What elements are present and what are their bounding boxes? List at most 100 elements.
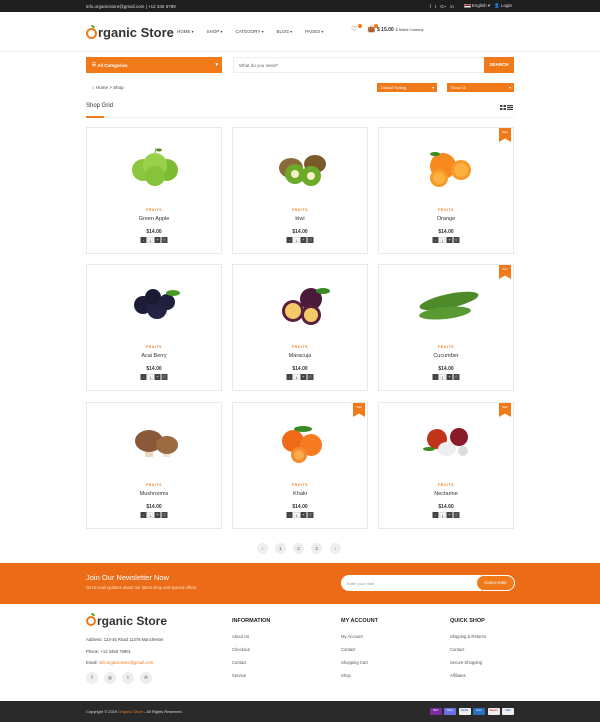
quantity-field[interactable]: 1 — [147, 512, 154, 518]
nav-shop[interactable]: SHOP — [207, 29, 223, 34]
nav-pages[interactable]: PAGES — [305, 29, 323, 34]
quantity-field[interactable]: 1 — [439, 512, 446, 518]
pagination-next[interactable]: › — [330, 543, 341, 554]
grid-view-icon[interactable] — [500, 105, 506, 110]
show-count-select[interactable]: Show 16 — [447, 83, 514, 92]
quantity-field[interactable]: 1 — [293, 374, 300, 380]
footer-link[interactable]: Secure Shopping — [450, 660, 486, 673]
footer-link[interactable]: Servius — [232, 673, 270, 686]
minus-button[interactable]: - — [286, 512, 293, 518]
all-categories-button[interactable]: ☰ All Categories ▾ — [86, 57, 222, 73]
subscribe-button[interactable]: SUBSCRIBE — [476, 575, 515, 591]
cart-total[interactable]: $ 15.00 $ Select Currency — [377, 27, 424, 33]
footer-link[interactable]: My Account — [341, 634, 378, 647]
product-card[interactable]: FRUITS Orange $14.00 -1 + 🛒 Sale — [378, 127, 514, 254]
footer-link[interactable]: Contact — [450, 647, 486, 660]
minus-button[interactable]: - — [140, 237, 147, 243]
add-to-cart-icon[interactable]: 🛒 — [453, 237, 460, 243]
list-view-icon[interactable] — [507, 105, 513, 110]
footer-link[interactable]: Contact — [232, 660, 270, 673]
product-name[interactable]: Khaki — [233, 491, 367, 497]
copyright-brand[interactable]: Organic Store — [118, 709, 143, 714]
product-card[interactable]: FRUITS Acai Berry $14.00 -1 + 🛒 — [86, 264, 222, 391]
product-card[interactable]: FRUITS Mushrooms $14.00 -1 + 🛒 — [86, 402, 222, 529]
minus-button[interactable]: - — [432, 512, 439, 518]
top-email[interactable]: info.organicstore@gmail.com — [86, 4, 144, 9]
product-image[interactable] — [409, 140, 485, 190]
minus-button[interactable]: - — [432, 374, 439, 380]
product-card[interactable]: FRUITS Green Apple $14.00 -1 + 🛒 — [86, 127, 222, 254]
add-to-cart-icon[interactable]: 🛒 — [307, 512, 314, 518]
wishlist-icon[interactable]: ♡ — [351, 24, 362, 34]
product-card[interactable]: FRUITS Maracuja $14.00 -1 + 🛒 — [232, 264, 368, 391]
currency-selector[interactable]: $ Select Currency — [396, 28, 424, 32]
pagination-prev[interactable]: ‹ — [257, 543, 268, 554]
sort-select[interactable]: Default Sorting — [377, 83, 437, 92]
nav-blog[interactable]: BLOG — [276, 29, 292, 34]
login-link[interactable]: 👤 Login — [494, 3, 512, 9]
twitter-icon[interactable]: t — [435, 4, 436, 9]
footer-link[interactable]: Shopping Cart — [341, 660, 378, 673]
pagination-page-2[interactable]: 2 — [293, 543, 304, 554]
footer-email-link[interactable]: info.organicstore@gmail.com — [99, 660, 153, 665]
plus-button[interactable]: + — [154, 374, 161, 380]
pagination-page-3[interactable]: 3 — [311, 543, 322, 554]
footer-facebook-icon[interactable]: f — [86, 672, 98, 684]
google-plus-icon[interactable]: G+ — [440, 4, 446, 9]
product-card[interactable]: FRUITS Khaki $14.00 -1 + 🛒 Sale — [232, 402, 368, 529]
search-button[interactable]: SEARCH — [484, 57, 514, 73]
breadcrumb-home[interactable]: Home — [96, 85, 108, 90]
add-to-cart-icon[interactable]: 🛒 — [307, 374, 314, 380]
product-name[interactable]: Green Apple — [87, 216, 221, 222]
product-image[interactable] — [117, 277, 193, 327]
product-image[interactable] — [263, 415, 339, 465]
product-image[interactable] — [409, 415, 485, 465]
product-card[interactable]: FRUITS kiwi $14.00 -1 + 🛒 — [232, 127, 368, 254]
cart-icon[interactable]: 👜 — [367, 24, 378, 34]
quantity-field[interactable]: 1 — [293, 237, 300, 243]
logo[interactable]: rganic Store — [86, 25, 174, 40]
footer-logo[interactable]: rganic Store — [86, 613, 167, 628]
product-name[interactable]: Cucumber — [379, 353, 513, 359]
add-to-cart-icon[interactable]: 🛒 — [453, 512, 460, 518]
product-name[interactable]: Mushrooms — [87, 491, 221, 497]
add-to-cart-icon[interactable]: 🛒 — [161, 374, 168, 380]
product-name[interactable]: kiwi — [233, 216, 367, 222]
facebook-icon[interactable]: f — [430, 4, 431, 9]
minus-button[interactable]: - — [140, 374, 147, 380]
footer-link[interactable]: Shop — [341, 673, 378, 686]
quantity-field[interactable]: 1 — [439, 374, 446, 380]
footer-link[interactable]: Checkout — [232, 647, 270, 660]
newsletter-email-input[interactable]: Enter your mail — [341, 575, 481, 591]
footer-link[interactable]: Shipping & Returns — [450, 634, 486, 647]
product-card[interactable]: FRUITS Cucumber $14.00 -1 + 🛒 Sale — [378, 264, 514, 391]
product-image[interactable] — [117, 140, 193, 190]
linkedin-icon[interactable]: in — [450, 4, 454, 9]
nav-category[interactable]: CATEGORY — [236, 29, 264, 34]
quantity-field[interactable]: 1 — [439, 237, 446, 243]
quantity-field[interactable]: 1 — [147, 237, 154, 243]
footer-link[interactable]: Contact — [341, 647, 378, 660]
language-selector[interactable]: English ▾ — [463, 3, 490, 9]
footer-link[interactable]: About Us — [232, 634, 270, 647]
plus-button[interactable]: + — [300, 512, 307, 518]
quantity-field[interactable]: 1 — [293, 512, 300, 518]
plus-button[interactable]: + — [154, 512, 161, 518]
add-to-cart-icon[interactable]: 🛒 — [161, 237, 168, 243]
product-image[interactable] — [263, 140, 339, 190]
footer-instagram-icon[interactable]: ◎ — [104, 672, 116, 684]
quantity-field[interactable]: 1 — [147, 374, 154, 380]
product-name[interactable]: Acai Berry — [87, 353, 221, 359]
product-card[interactable]: FRUITS Nectarine $14.60 -1 + 🛒 Sale — [378, 402, 514, 529]
add-to-cart-icon[interactable]: 🛒 — [307, 237, 314, 243]
plus-button[interactable]: + — [446, 512, 453, 518]
product-image[interactable] — [263, 277, 339, 327]
product-image[interactable] — [409, 277, 485, 327]
search-input[interactable]: What do you need? — [233, 57, 485, 73]
footer-link[interactable]: Affiliates — [450, 673, 486, 686]
footer-pinterest-icon[interactable]: ℗ — [140, 672, 152, 684]
minus-button[interactable]: - — [432, 237, 439, 243]
minus-button[interactable]: - — [286, 237, 293, 243]
product-image[interactable] — [117, 415, 193, 465]
plus-button[interactable]: + — [446, 374, 453, 380]
